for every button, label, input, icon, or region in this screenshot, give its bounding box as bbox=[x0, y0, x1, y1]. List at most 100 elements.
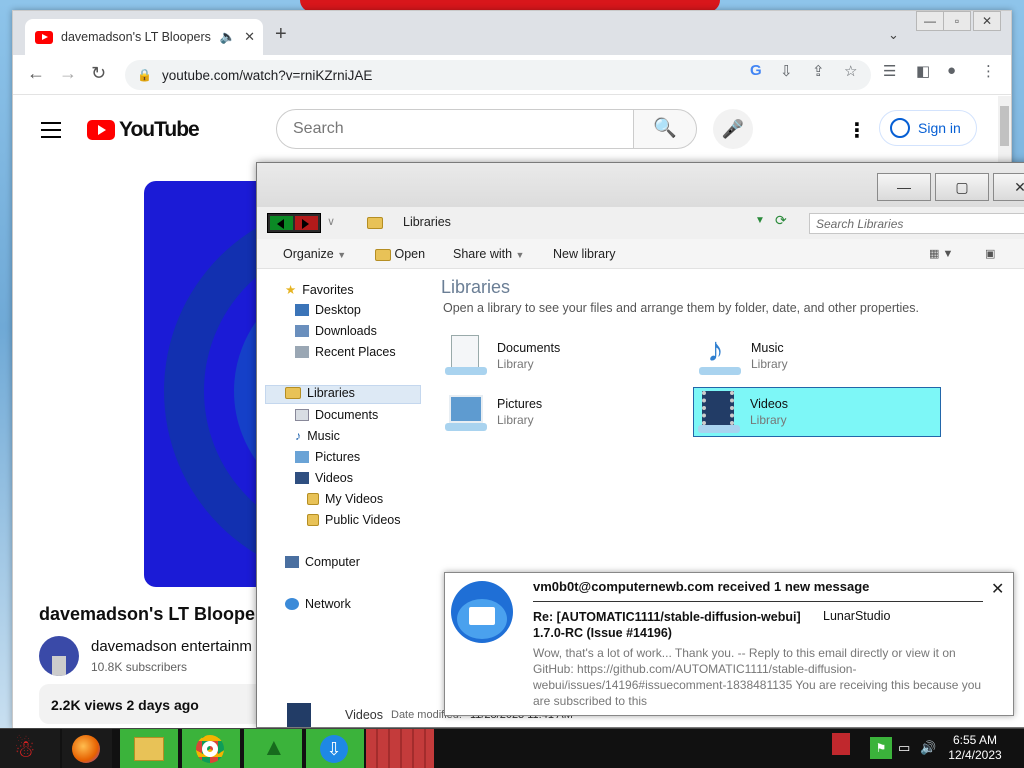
explorer-taskbar-button[interactable] bbox=[120, 729, 178, 768]
share-icon[interactable]: ⇪ bbox=[812, 62, 825, 80]
view-options-icon[interactable]: ▦ ▼ bbox=[929, 247, 953, 260]
maximize-icon[interactable]: ▢ bbox=[935, 173, 989, 201]
tree-app-taskbar-button[interactable]: ▲ bbox=[244, 729, 302, 768]
explorer-titlebar[interactable]: — ▢ ✕ bbox=[257, 163, 1024, 207]
nav-my-videos[interactable]: My Videos bbox=[307, 492, 383, 506]
dropdown-icon[interactable]: ▼ bbox=[755, 215, 765, 226]
mail-preview: Wow, that's a lot of work... Thank you. … bbox=[533, 646, 982, 708]
action-center-icon[interactable]: ⚑ bbox=[870, 737, 892, 759]
thunderbird-icon bbox=[451, 581, 513, 643]
browser-toolbar: ← → ↻ 🔒 youtube.com/watch?v=rniKZrniJAE … bbox=[13, 55, 1011, 95]
channel-avatar[interactable] bbox=[39, 636, 79, 676]
chrome-icon bbox=[196, 735, 224, 763]
firefox-taskbar-button[interactable] bbox=[62, 729, 112, 768]
video-description[interactable]: 2.2K views 2 days ago bbox=[39, 684, 289, 724]
sign-in-button[interactable]: Sign in bbox=[879, 110, 977, 146]
youtube-play-icon bbox=[87, 120, 115, 140]
command-bar: Organize ▼ Open Share with ▼ New library… bbox=[257, 239, 1024, 269]
nav-documents[interactable]: Documents bbox=[295, 408, 378, 422]
nav-music[interactable]: ♪ Music bbox=[295, 429, 340, 443]
reload-icon[interactable]: ↻ bbox=[91, 63, 106, 84]
explorer-address-bar: ∨ Libraries ▼ ⟳ Search Libraries bbox=[257, 207, 1024, 239]
tab-strip: davemadson's LT Bloopers 2 🔈 ✕ + ⌄ — ▫ ✕ bbox=[13, 11, 1011, 55]
nav-libraries[interactable]: Libraries bbox=[285, 386, 355, 400]
hamburger-menu-icon[interactable] bbox=[41, 122, 61, 143]
video-title: davemadson's LT Bloopers bbox=[39, 604, 265, 624]
documents-library-icon bbox=[443, 333, 489, 379]
side-panel-icon[interactable]: ◧ bbox=[916, 62, 930, 80]
nav-computer[interactable]: Computer bbox=[285, 555, 360, 569]
nav-desktop[interactable]: Desktop bbox=[295, 303, 361, 317]
back-icon[interactable] bbox=[270, 216, 293, 230]
close-icon[interactable]: ✕ bbox=[993, 173, 1024, 201]
search-libraries-input[interactable]: Search Libraries bbox=[809, 213, 1024, 234]
library-tile-pictures[interactable]: Pictures Library bbox=[441, 387, 689, 437]
browser-tab[interactable]: davemadson's LT Bloopers 2 🔈 ✕ bbox=[25, 19, 263, 55]
taskbar-button[interactable] bbox=[366, 729, 434, 768]
nav-videos[interactable]: Videos bbox=[295, 471, 353, 485]
speaker-icon[interactable]: 🔈 bbox=[220, 29, 236, 45]
subscriber-count: 10.8K subscribers bbox=[91, 660, 188, 674]
nav-recent-places[interactable]: Recent Places bbox=[295, 345, 396, 359]
tab-search-icon[interactable]: ⌄ bbox=[888, 27, 899, 43]
nav-favorites[interactable]: ★ Favorites bbox=[285, 282, 354, 298]
star-icon: ★ bbox=[285, 283, 297, 297]
reading-list-icon[interactable]: ☰ bbox=[883, 62, 896, 80]
minimize-icon[interactable]: — bbox=[877, 173, 931, 201]
download-taskbar-button[interactable]: ⇩ bbox=[306, 729, 364, 768]
forward-icon[interactable] bbox=[295, 216, 318, 230]
library-tile-documents[interactable]: Documents Library bbox=[441, 331, 689, 381]
minimize-icon[interactable]: — bbox=[916, 11, 944, 31]
back-forward-buttons[interactable] bbox=[267, 213, 321, 233]
chrome-taskbar-button[interactable] bbox=[182, 729, 240, 768]
volume-icon[interactable]: 🔊 bbox=[920, 740, 936, 756]
nav-network[interactable]: Network bbox=[285, 597, 351, 611]
tab-close-icon[interactable]: ✕ bbox=[244, 29, 255, 45]
menu-icon[interactable]: ⋮ bbox=[981, 62, 996, 80]
refresh-icon[interactable]: ⟳ bbox=[775, 212, 787, 229]
google-translate-icon[interactable]: G bbox=[750, 62, 762, 79]
share-with-button[interactable]: Share with ▼ bbox=[453, 247, 524, 261]
close-icon[interactable]: ✕ bbox=[973, 11, 1001, 31]
open-button[interactable]: Open bbox=[375, 247, 425, 261]
voice-search-button[interactable]: 🎤 bbox=[713, 109, 753, 149]
start-button[interactable]: ☃ bbox=[0, 729, 60, 768]
more-options-icon[interactable]: ⋮ bbox=[847, 118, 867, 143]
folder-icon bbox=[307, 514, 319, 526]
new-mail-notification[interactable]: vm0b0t@computernewb.com received 1 new m… bbox=[444, 572, 1014, 716]
profile-icon[interactable]: ● bbox=[947, 62, 956, 79]
notification-header: vm0b0t@computernewb.com received 1 new m… bbox=[533, 579, 870, 594]
organize-button[interactable]: Organize ▼ bbox=[283, 247, 346, 261]
preview-pane-icon[interactable]: ▣ bbox=[985, 247, 995, 260]
network-tray-icon[interactable]: ▭ bbox=[898, 740, 910, 756]
flag-icon[interactable] bbox=[832, 733, 850, 755]
libraries-folder-icon bbox=[367, 217, 383, 229]
youtube-logo[interactable]: YouTube bbox=[87, 118, 200, 142]
open-folder-icon bbox=[375, 248, 391, 261]
search-button[interactable]: 🔍 bbox=[633, 109, 697, 149]
new-tab-icon[interactable]: + bbox=[275, 23, 287, 46]
maximize-icon[interactable]: ▫ bbox=[943, 11, 971, 31]
recent-pages-icon[interactable]: ∨ bbox=[327, 215, 335, 228]
christmas-tree-icon: ▲ bbox=[262, 734, 286, 761]
library-tile-videos[interactable]: Videos Library bbox=[693, 387, 941, 437]
breadcrumb[interactable]: Libraries bbox=[403, 215, 451, 229]
back-icon[interactable]: ← bbox=[27, 63, 45, 84]
bookmark-star-icon[interactable]: ☆ bbox=[844, 62, 857, 80]
install-icon[interactable]: ⇩ bbox=[780, 62, 793, 80]
santa-start-icon: ☃ bbox=[14, 736, 36, 763]
desktop-icon bbox=[295, 304, 309, 316]
nav-pictures[interactable]: Pictures bbox=[295, 450, 360, 464]
notification-close-icon[interactable]: ✕ bbox=[991, 579, 1004, 599]
forward-icon[interactable]: → bbox=[59, 63, 77, 84]
page-title: Libraries bbox=[441, 277, 511, 297]
nav-downloads[interactable]: Downloads bbox=[295, 324, 377, 338]
new-library-button[interactable]: New library bbox=[553, 247, 616, 261]
search-input[interactable]: Search bbox=[276, 109, 634, 149]
nav-public-videos[interactable]: Public Videos bbox=[307, 513, 401, 527]
scroll-thumb[interactable] bbox=[1000, 106, 1009, 146]
clock[interactable]: 6:55 AM 12/4/2023 bbox=[940, 733, 1010, 763]
channel-name[interactable]: davemadson entertainm bbox=[91, 638, 265, 655]
library-tile-music[interactable]: ♪ Music Library bbox=[695, 331, 943, 381]
libraries-icon bbox=[285, 387, 301, 399]
